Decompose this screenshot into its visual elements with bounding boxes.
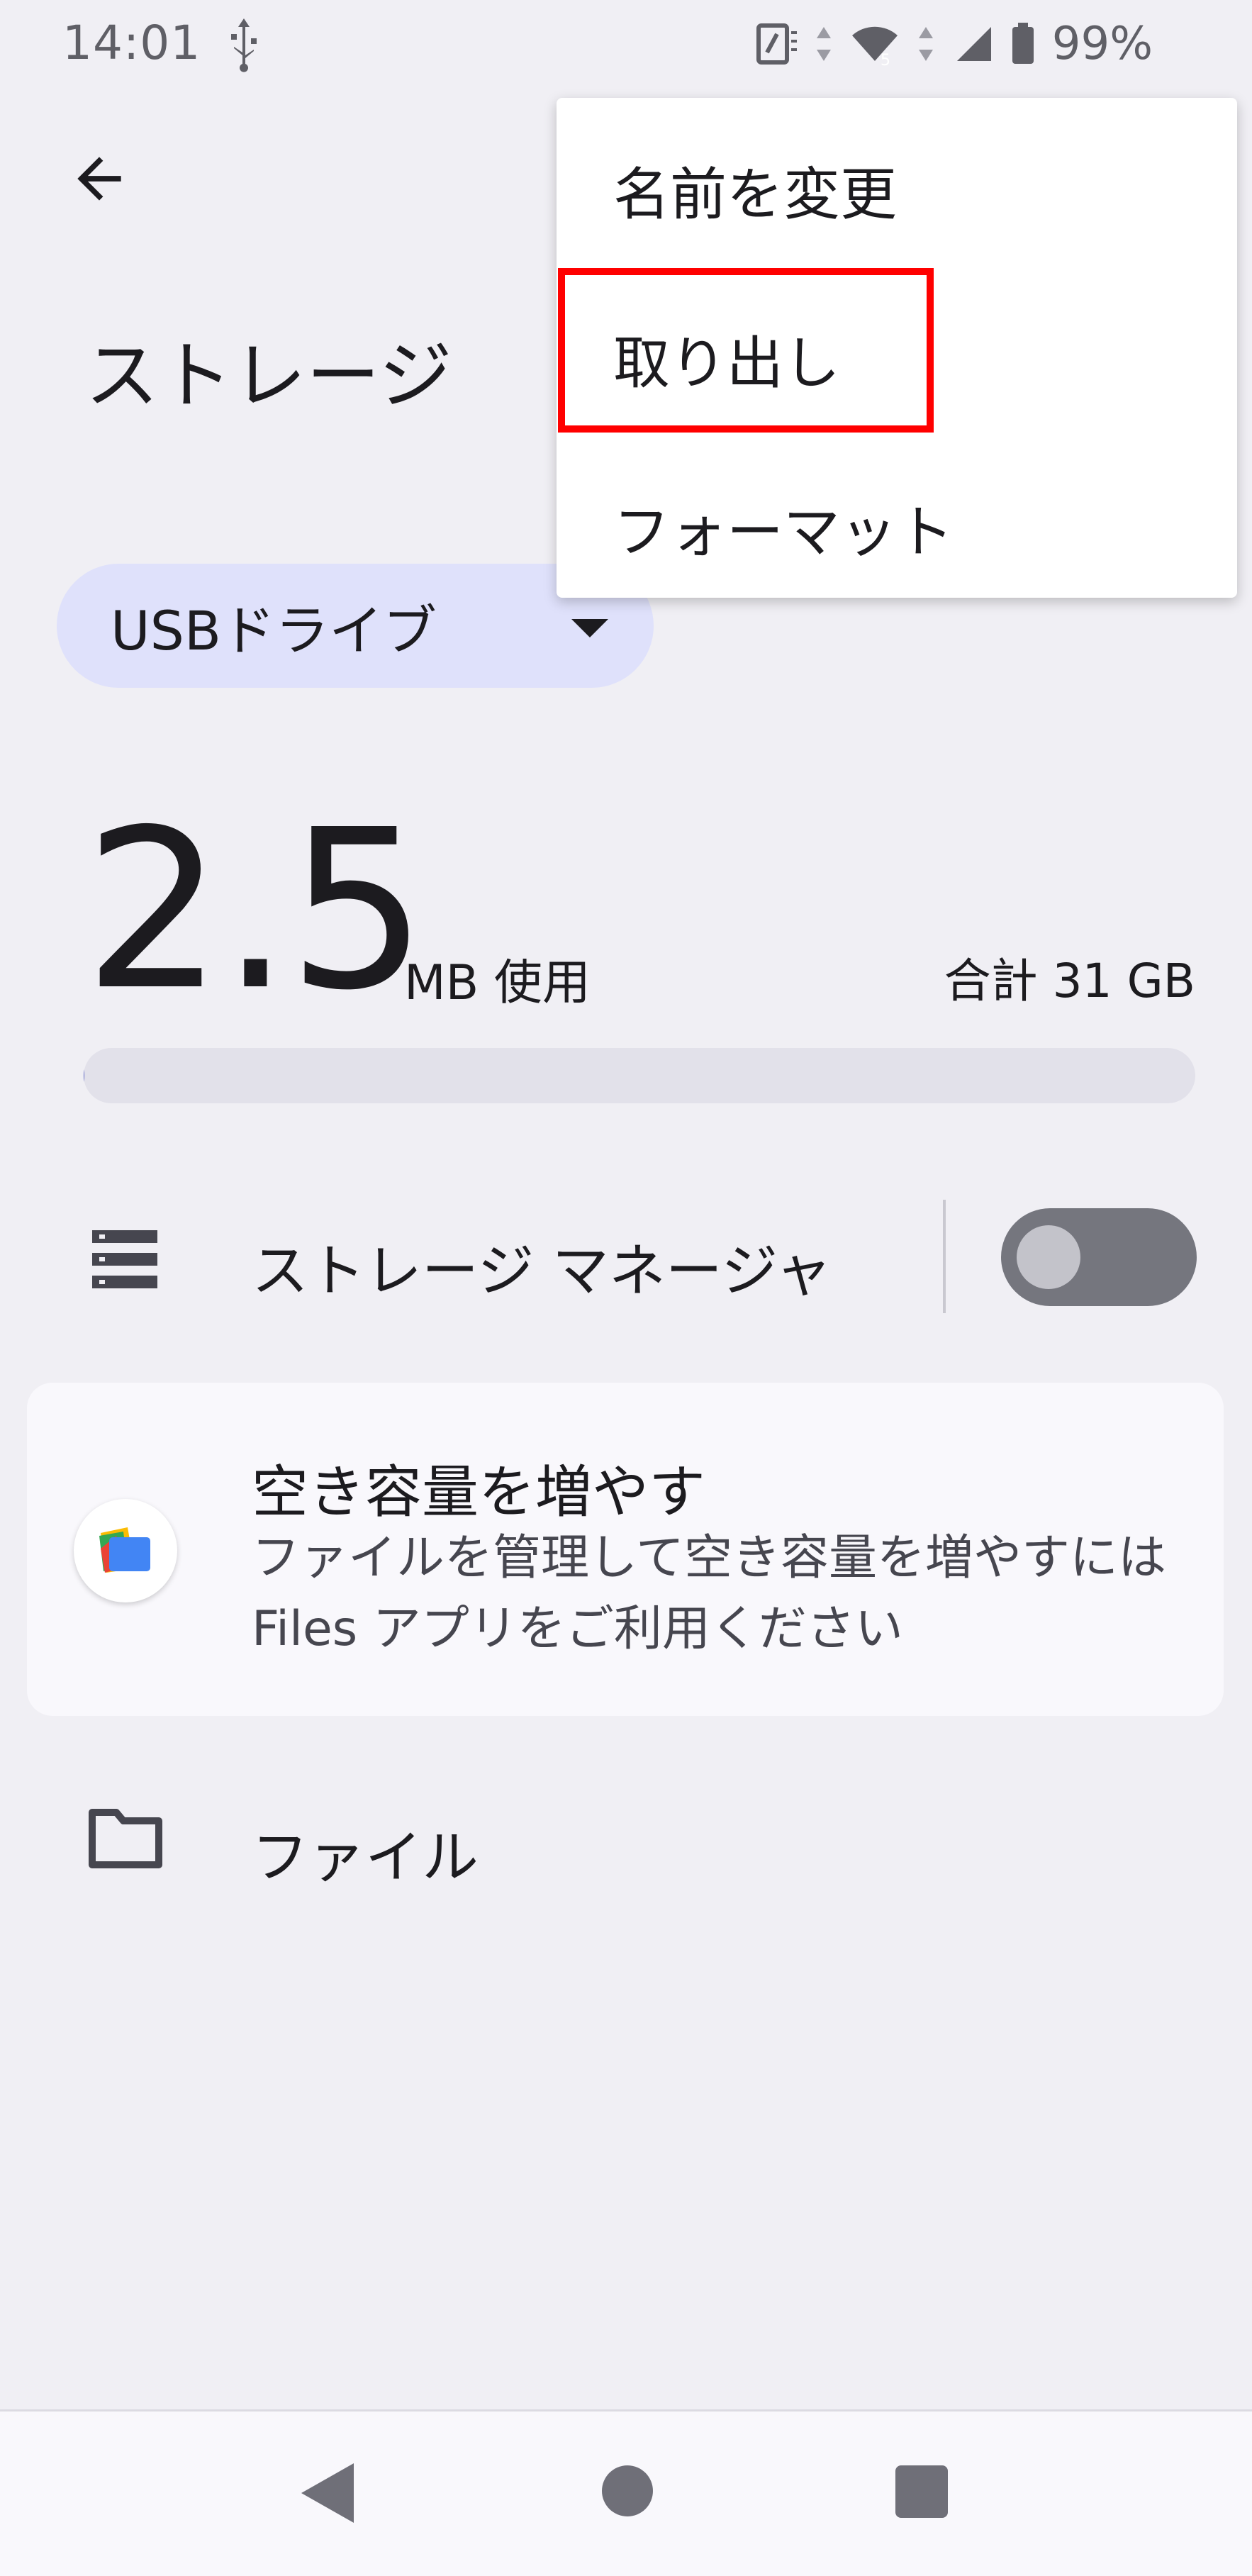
eject-highlight-box xyxy=(558,268,934,433)
dropdown-arrow-icon xyxy=(571,619,608,637)
free-up-space-description: ファイルを管理して空き容量を増やすには Files アプリをご利用ください xyxy=(252,1523,1195,1665)
used-storage-value: 2.5 xyxy=(84,794,425,1028)
data-activity-icon xyxy=(814,21,834,67)
nfc-icon xyxy=(756,21,798,67)
signal-icon xyxy=(951,21,994,67)
data-activity-icon-2 xyxy=(916,21,936,67)
list-icon xyxy=(92,1230,157,1288)
svg-text:5: 5 xyxy=(881,52,890,67)
usb-icon xyxy=(225,16,262,72)
files-row-label[interactable]: ファイル xyxy=(252,1812,479,1894)
storage-manager-toggle[interactable] xyxy=(1001,1208,1197,1306)
battery-icon xyxy=(1010,21,1036,67)
back-button[interactable] xyxy=(62,142,136,216)
battery-percent: 99% xyxy=(1052,18,1153,70)
free-up-space-title: 空き容量を増やす xyxy=(252,1446,705,1529)
status-icons: 5 99% xyxy=(756,16,1153,72)
nav-home-icon[interactable] xyxy=(602,2465,653,2516)
files-app-icon xyxy=(74,1499,177,1602)
used-storage-unit: MB 使用 xyxy=(404,943,591,1013)
volume-selector-label: USBドライブ xyxy=(111,587,437,665)
menu-item-rename[interactable]: 名前を変更 xyxy=(613,149,897,231)
page-title: ストレージ xyxy=(85,316,452,423)
wifi-icon: 5 xyxy=(849,21,900,67)
divider xyxy=(943,1200,946,1313)
menu-item-format[interactable]: フォーマット xyxy=(613,486,954,569)
total-storage: 合計 31 GB xyxy=(944,943,1195,1011)
storage-usage-bar xyxy=(84,1048,1195,1103)
storage-manager-label[interactable]: ストレージ マネージャ xyxy=(252,1225,832,1307)
nav-back-icon[interactable] xyxy=(301,2463,354,2523)
arrow-left-icon xyxy=(67,146,132,211)
status-time: 14:01 xyxy=(62,16,201,70)
toggle-knob xyxy=(1017,1225,1080,1289)
folder-icon xyxy=(88,1808,163,1869)
nav-recents-icon[interactable] xyxy=(895,2465,948,2518)
